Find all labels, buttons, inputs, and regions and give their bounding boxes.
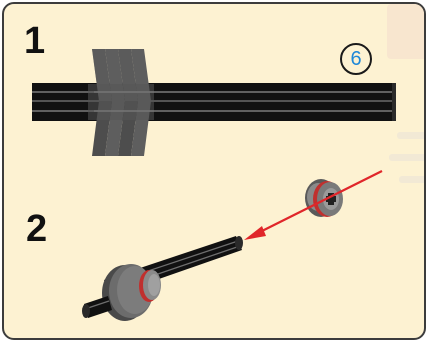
part-count-badge: 6 <box>340 43 372 75</box>
axle-assembly-icon <box>82 236 243 321</box>
step-number-2: 2 <box>26 208 48 250</box>
step-number-1: 1 <box>24 20 46 62</box>
worm-gear-icon <box>88 49 154 156</box>
arrow-icon <box>244 170 383 240</box>
bushing-icon <box>305 179 343 217</box>
instruction-panel: 1 2 6 <box>2 2 426 340</box>
axle-icon <box>32 83 396 121</box>
